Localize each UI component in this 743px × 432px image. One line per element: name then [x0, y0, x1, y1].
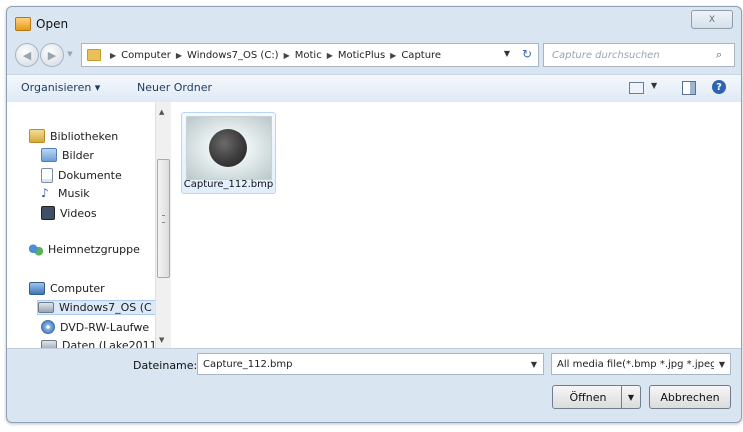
grip-icon: [162, 215, 165, 223]
breadcrumb-capture[interactable]: Capture: [401, 50, 441, 61]
close-button[interactable]: X: [691, 10, 733, 29]
change-view-icon[interactable]: [629, 82, 644, 94]
sidebar-item-computer[interactable]: Computer: [29, 282, 105, 295]
sidebar-item-label: Dokumente: [58, 169, 122, 182]
search-input[interactable]: Capture durchsuchen: [552, 50, 716, 61]
recent-pages-dropdown[interactable]: ▼: [65, 43, 75, 65]
scroll-up-arrow-icon[interactable]: ▲: [159, 108, 164, 116]
filter-dropdown-icon[interactable]: ▼: [719, 360, 725, 369]
sidebar-item-label: Daten (Lake2011: [62, 339, 157, 348]
sidebar-item-documents[interactable]: Dokumente: [41, 168, 122, 183]
microscope-image-thumbnail: [209, 129, 247, 167]
sidebar-item-music[interactable]: ♪ Musik: [41, 187, 90, 200]
open-button[interactable]: Öffnen: [552, 385, 624, 409]
forward-arrow-icon: ▶: [47, 48, 57, 62]
documents-icon: [41, 168, 53, 183]
scroll-down-arrow-icon[interactable]: ▼: [159, 336, 164, 344]
cancel-button[interactable]: Abbrechen: [649, 385, 731, 409]
videos-icon: [41, 206, 55, 220]
chevron-right-icon: ▶: [175, 50, 183, 60]
open-options-dropdown[interactable]: ▼: [621, 385, 641, 409]
navigation-pane: Bibliotheken Bilder Dokumente ♪ Musik Vi…: [7, 102, 157, 348]
computer-icon: [29, 282, 45, 295]
navigation-row: ◀ ▶ ▼ ▶ Computer ▶ Windows7_OS (C:) ▶ Mo…: [13, 42, 735, 68]
organize-button[interactable]: Organisieren ▾: [21, 81, 100, 94]
view-dropdown-icon[interactable]: ▼: [651, 81, 657, 90]
search-box[interactable]: Capture durchsuchen ⌕: [543, 43, 735, 67]
main-content: Bibliotheken Bilder Dokumente ♪ Musik Vi…: [7, 102, 741, 349]
sidebar-item-label: DVD-RW-Laufwe: [60, 320, 150, 334]
open-dialog: Open X ◀ ▶ ▼ ▶ Computer ▶ Windows7_OS (C…: [6, 6, 742, 423]
hard-drive-icon: [38, 302, 54, 313]
chevron-right-icon: ▶: [390, 50, 397, 60]
sidebar-item-label: Bilder: [62, 148, 94, 162]
chevron-down-icon: ▼: [627, 392, 635, 402]
breadcrumb-drive[interactable]: Windows7_OS (C:): [187, 50, 279, 61]
sidebar-item-homegroup[interactable]: Heimnetzgruppe: [29, 243, 140, 256]
sidebar-item-dvd[interactable]: DVD-RW-Laufwe: [41, 320, 149, 334]
address-dropdown-icon[interactable]: ▼: [504, 49, 510, 58]
dvd-drive-icon: [41, 320, 55, 334]
new-folder-button[interactable]: Neuer Ordner: [137, 81, 212, 94]
file-item[interactable]: Capture_112.bmp: [181, 112, 276, 194]
filename-input[interactable]: Capture_112.bmp ▼: [197, 353, 544, 375]
command-bar: Organisieren ▾ Neuer Ordner ▼ ?: [7, 74, 741, 103]
libraries-icon: [29, 129, 45, 143]
search-icon[interactable]: ⌕: [716, 48, 730, 62]
sidebar-item-drive-c[interactable]: Windows7_OS (C: [37, 300, 157, 315]
sidebar-item-label: Heimnetzgruppe: [48, 243, 140, 256]
pictures-icon: [41, 148, 57, 162]
chevron-right-icon: ▶: [283, 50, 290, 60]
help-icon[interactable]: ?: [712, 80, 726, 94]
sidebar-item-pictures[interactable]: Bilder: [41, 148, 94, 162]
sidebar-item-label: Bibliotheken: [50, 129, 119, 143]
sidebar-item-label: Musik: [58, 187, 90, 200]
sidebar-item-label: Windows7_OS (C: [59, 301, 152, 314]
title-bar: Open: [15, 14, 68, 34]
sidebar-item-label: Computer: [50, 282, 105, 295]
music-icon: ♪: [41, 186, 49, 200]
window-title: Open: [36, 17, 69, 31]
sidebar-item-videos[interactable]: Videos: [41, 206, 97, 220]
chevron-right-icon: ▶: [326, 50, 333, 60]
breadcrumb-moticplus[interactable]: MoticPlus: [338, 50, 385, 61]
filename-dropdown-icon[interactable]: ▼: [531, 360, 537, 369]
sidebar-item-label: Videos: [60, 206, 97, 220]
back-button[interactable]: ◀: [15, 43, 39, 67]
image-thumbnail: [186, 116, 272, 180]
filename-label: Dateiname:: [133, 359, 198, 372]
breadcrumb-motic[interactable]: Motic: [295, 50, 322, 61]
filename-value: Capture_112.bmp: [203, 358, 293, 370]
refresh-icon[interactable]: ↻: [522, 47, 532, 61]
homegroup-icon: [29, 243, 43, 256]
scrollbar-thumb[interactable]: [157, 159, 170, 278]
chevron-right-icon: ▶: [110, 50, 117, 60]
file-type-filter[interactable]: All media file(*.bmp *.jpg *.jpeg ▼: [551, 353, 731, 375]
sidebar-item-libraries[interactable]: Bibliotheken: [29, 129, 118, 143]
folder-icon: [87, 49, 101, 61]
preview-pane-icon[interactable]: [682, 81, 696, 95]
breadcrumb-computer[interactable]: Computer: [121, 50, 171, 61]
address-bar[interactable]: ▶ Computer ▶ Windows7_OS (C:) ▶ Motic ▶ …: [81, 43, 539, 67]
back-arrow-icon: ◀: [22, 48, 32, 62]
file-type-value: All media file(*.bmp *.jpg *.jpeg: [557, 358, 714, 370]
forward-button[interactable]: ▶: [40, 43, 64, 67]
sidebar-item-drive-d[interactable]: Daten (Lake2011: [41, 339, 157, 348]
app-icon: [15, 17, 31, 31]
file-name-label: Capture_112.bmp: [183, 179, 274, 190]
hard-drive-icon: [41, 340, 57, 348]
